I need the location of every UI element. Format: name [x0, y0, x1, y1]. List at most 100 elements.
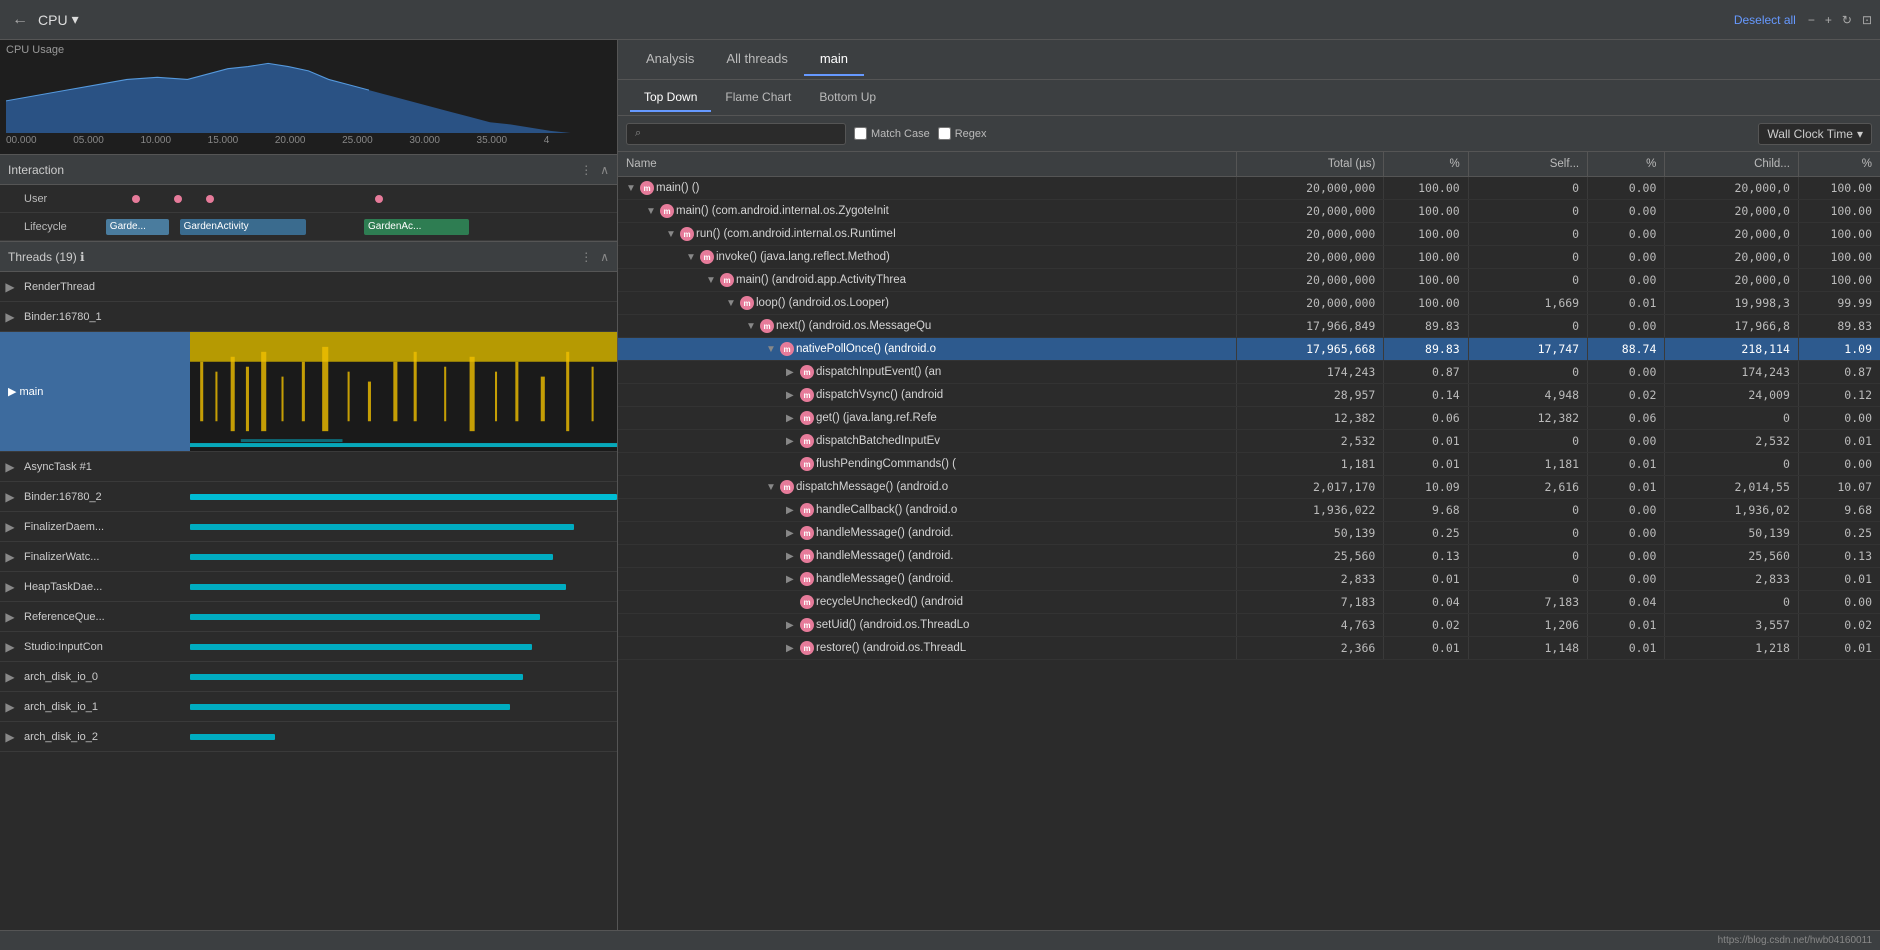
expand-icon[interactable]: ▼ — [726, 298, 738, 309]
cpu-dropdown[interactable]: CPU ▾ — [38, 11, 79, 28]
thread-expand-diskio2[interactable]: ▶ — [0, 730, 20, 744]
expand-icon[interactable]: ▼ — [746, 321, 758, 332]
regex-check[interactable] — [938, 127, 951, 140]
expand-icon[interactable]: ▼ — [706, 275, 718, 286]
table-row[interactable]: ▶ m dispatchInputEvent() (an 174,243 0.8… — [618, 361, 1880, 384]
thread-expand-heap[interactable]: ▶ — [0, 580, 20, 594]
expand-icon[interactable]: ▶ — [786, 643, 798, 654]
time-dropdown[interactable]: Wall Clock Time ▾ — [1758, 123, 1872, 145]
thread-row-main[interactable]: ▶ main — [0, 332, 617, 452]
table-row-highlighted[interactable]: ▼ m nativePollOnce() (android.o 17,965,6… — [618, 338, 1880, 361]
thread-expand-diskio1[interactable]: ▶ — [0, 700, 20, 714]
thread-row-diskio0[interactable]: ▶ arch_disk_io_0 — [0, 662, 617, 692]
thread-expand-refqueue[interactable]: ▶ — [0, 610, 20, 624]
thread-row-binder1[interactable]: ▶ Binder:16780_1 — [0, 302, 617, 332]
interaction-collapse-icon[interactable]: ∧ — [600, 163, 609, 177]
table-row[interactable]: ▼ m run() (com.android.internal.os.Runti… — [618, 223, 1880, 246]
thread-expand-renderthread[interactable]: ▶ — [0, 280, 20, 294]
thread-row-diskio1[interactable]: ▶ arch_disk_io_1 — [0, 692, 617, 722]
thread-name-diskio2: arch_disk_io_2 — [20, 731, 190, 743]
table-container[interactable]: Name Total (µs) % Self... % Child... % — [618, 152, 1880, 930]
expand-icon[interactable]: ▶ — [786, 413, 798, 424]
back-button[interactable]: ← — [8, 7, 32, 33]
main-thread-label[interactable]: ▶ main — [0, 332, 190, 451]
thread-row-renderthread[interactable]: ▶ RenderThread — [0, 272, 617, 302]
thread-expand-diskio0[interactable]: ▶ — [0, 670, 20, 684]
expand-icon[interactable]: ▼ — [766, 344, 778, 355]
tab-main[interactable]: main — [804, 43, 864, 76]
expand-icon[interactable]: ▶ — [786, 367, 798, 378]
expand-icon[interactable]: ▶ — [786, 574, 798, 585]
table-row[interactable]: ▼ m main() (com.android.internal.os.Zygo… — [618, 200, 1880, 223]
zoom-in-icon[interactable]: + — [1825, 13, 1832, 27]
table-row[interactable]: ▼ m main() (android.app.ActivityThrea 20… — [618, 269, 1880, 292]
match-case-checkbox[interactable]: Match Case — [854, 127, 930, 140]
threads-icons[interactable]: ⋮ ∧ — [580, 250, 609, 264]
interaction-icons[interactable]: ⋮ ∧ — [580, 163, 609, 177]
regex-checkbox[interactable]: Regex — [938, 127, 987, 140]
table-row[interactable]: ▶ m dispatchBatchedInputEv 2,532 0.01 0 … — [618, 430, 1880, 453]
expand-icon[interactable]: ▶ — [786, 528, 798, 539]
tab-bottomup[interactable]: Bottom Up — [805, 84, 890, 112]
table-row[interactable]: ▼ m loop() (android.os.Looper) 20,000,00… — [618, 292, 1880, 315]
settings-icon[interactable]: ⊡ — [1862, 13, 1872, 27]
refresh-icon[interactable]: ↻ — [1842, 13, 1852, 27]
table-row[interactable]: ▶ m get() (java.lang.ref.Refe 12,382 0.0… — [618, 407, 1880, 430]
thread-expand-binder2[interactable]: ▶ — [0, 490, 20, 504]
table-row[interactable]: ▶ m flushPendingCommands() ( 1,181 0.01 … — [618, 453, 1880, 476]
lifecycle-bar-3[interactable]: GardenAc... — [364, 219, 469, 235]
table-row[interactable]: ▼ m next() (android.os.MessageQu 17,966,… — [618, 315, 1880, 338]
table-row[interactable]: ▶ m handleMessage() (android. 50,139 0.2… — [618, 522, 1880, 545]
search-box[interactable]: ⌕ — [626, 123, 846, 145]
tab-topdown[interactable]: Top Down — [630, 84, 711, 112]
table-row[interactable]: ▶ m setUid() (android.os.ThreadLo 4,763 … — [618, 614, 1880, 637]
table-row[interactable]: ▼ m invoke() (java.lang.reflect.Method) … — [618, 246, 1880, 269]
thread-row-refqueue[interactable]: ▶ ReferenceQue... — [0, 602, 617, 632]
deselect-all-button[interactable]: Deselect all — [1734, 13, 1796, 27]
expand-icon[interactable]: ▼ — [626, 183, 638, 194]
table-row[interactable]: ▶ m dispatchVsync() (android 28,957 0.14… — [618, 384, 1880, 407]
table-row[interactable]: ▶ m recycleUnchecked() (android 7,183 0.… — [618, 591, 1880, 614]
expand-icon[interactable]: ▶ — [786, 505, 798, 516]
threads-menu-icon[interactable]: ⋮ — [580, 250, 592, 264]
expand-icon[interactable]: ▼ — [646, 206, 658, 217]
expand-icon[interactable]: ▼ — [686, 252, 698, 263]
lifecycle-bar-2[interactable]: GardenActivity — [180, 219, 306, 235]
lifecycle-bar-1[interactable]: Garde... — [106, 219, 169, 235]
expand-icon[interactable]: ▶ — [786, 436, 798, 447]
threads-collapse-icon[interactable]: ∧ — [600, 250, 609, 264]
zoom-out-icon[interactable]: − — [1808, 13, 1815, 27]
expand-icon[interactable]: ▶ — [786, 551, 798, 562]
top-bar: ← CPU ▾ Deselect all − + ↻ ⊡ — [0, 0, 1880, 40]
thread-expand-asynctask[interactable]: ▶ — [0, 460, 20, 474]
search-input[interactable] — [645, 127, 837, 141]
method-icon: m — [800, 411, 814, 425]
thread-row-finalizer[interactable]: ▶ FinalizerDaem... — [0, 512, 617, 542]
thread-expand-finalizerwatcher[interactable]: ▶ — [0, 550, 20, 564]
threads-section[interactable]: ▶ RenderThread ▶ Binder:16780_1 ▶ main — [0, 272, 617, 930]
thread-expand-studioinput[interactable]: ▶ — [0, 640, 20, 654]
tab-flamechart[interactable]: Flame Chart — [711, 84, 805, 112]
expand-icon[interactable]: ▶ — [786, 390, 798, 401]
tab-analysis[interactable]: Analysis — [630, 43, 710, 76]
interaction-menu-icon[interactable]: ⋮ — [580, 163, 592, 177]
table-row[interactable]: ▶ m restore() (android.os.ThreadL 2,366 … — [618, 637, 1880, 660]
thread-expand-binder1[interactable]: ▶ — [0, 310, 20, 324]
expand-icon[interactable]: ▶ — [786, 620, 798, 631]
table-row[interactable]: ▼ m dispatchMessage() (android.o 2,017,1… — [618, 476, 1880, 499]
thread-row-binder2[interactable]: ▶ Binder:16780_2 — [0, 482, 617, 512]
thread-row-diskio2[interactable]: ▶ arch_disk_io_2 — [0, 722, 617, 752]
thread-row-heap[interactable]: ▶ HeapTaskDae... — [0, 572, 617, 602]
table-row[interactable]: ▼ m main() () 20,000,000 100.00 0 0.00 2… — [618, 177, 1880, 200]
thread-row-studioinput[interactable]: ▶ Studio:InputCon — [0, 632, 617, 662]
thread-row-asynctask[interactable]: ▶ AsyncTask #1 — [0, 452, 617, 482]
expand-icon[interactable]: ▼ — [666, 229, 678, 240]
thread-expand-finalizer[interactable]: ▶ — [0, 520, 20, 534]
table-row[interactable]: ▶ m handleMessage() (android. 2,833 0.01… — [618, 568, 1880, 591]
match-case-check[interactable] — [854, 127, 867, 140]
table-row[interactable]: ▶ m handleCallback() (android.o 1,936,02… — [618, 499, 1880, 522]
tab-allthreads[interactable]: All threads — [710, 43, 803, 76]
expand-icon[interactable]: ▼ — [766, 482, 778, 493]
table-row[interactable]: ▶ m handleMessage() (android. 25,560 0.1… — [618, 545, 1880, 568]
thread-row-finalizerwatcher[interactable]: ▶ FinalizerWatc... — [0, 542, 617, 572]
